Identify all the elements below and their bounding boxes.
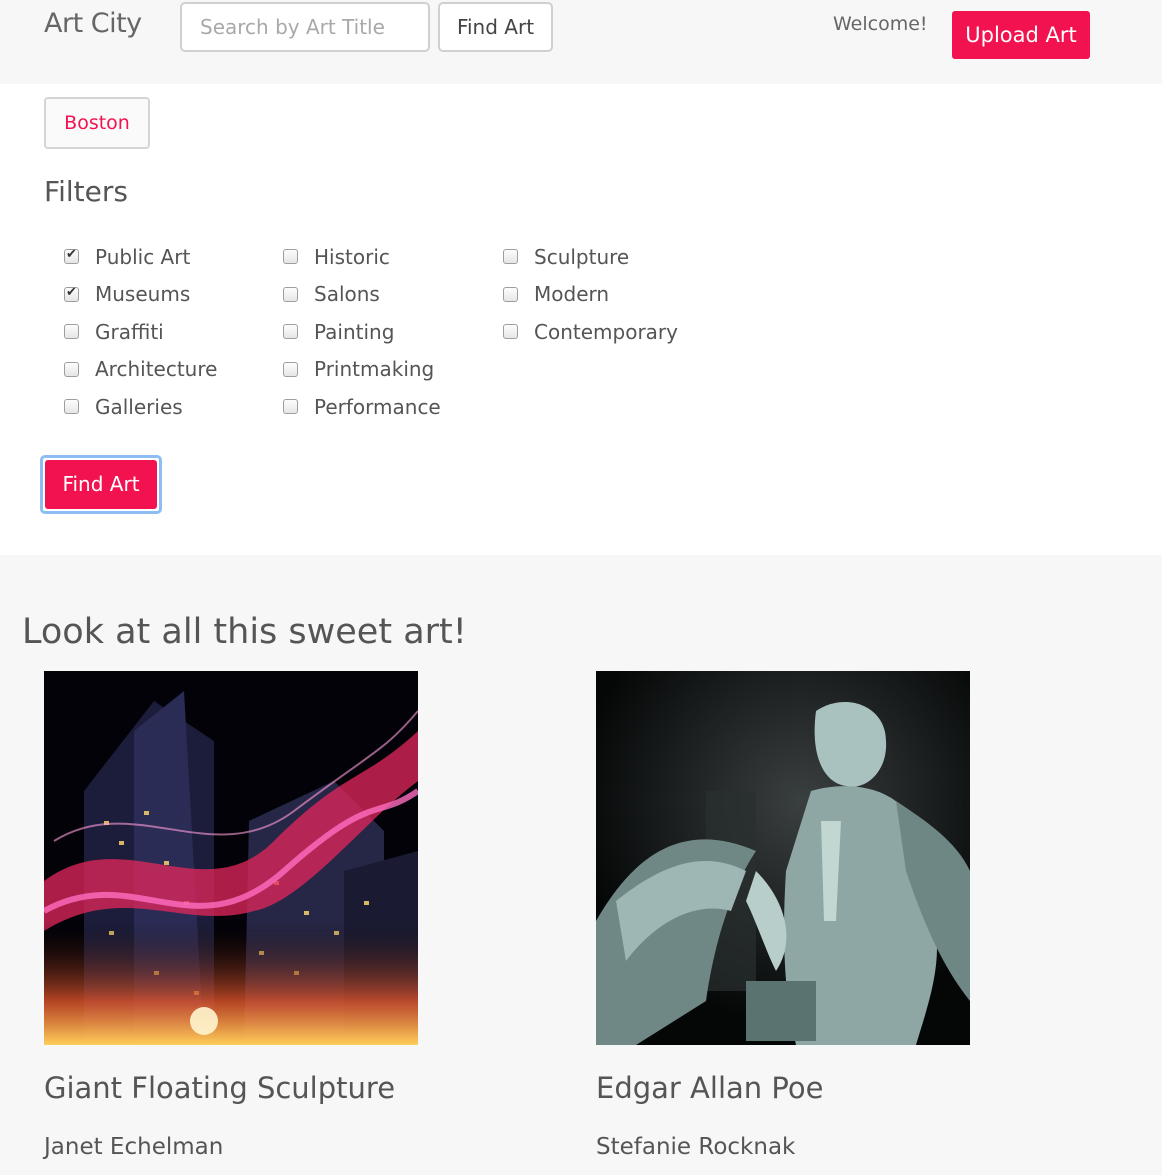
top-navbar: Art City Find Art Welcome! Upload Art	[0, 0, 1162, 84]
floating-sculpture-image	[44, 671, 418, 1045]
filter-painting[interactable]: Painting	[283, 313, 441, 351]
checkbox[interactable]	[503, 249, 518, 265]
art-title[interactable]: Edgar Allan Poe	[596, 1071, 823, 1105]
filter-public-art[interactable]: Public Art	[64, 238, 217, 276]
find-art-button[interactable]: Find Art	[45, 460, 157, 509]
checkbox[interactable]	[64, 247, 79, 265]
checkbox[interactable]	[283, 249, 298, 265]
filter-printmaking[interactable]: Printmaking	[283, 351, 441, 389]
welcome-text: Welcome!	[833, 13, 928, 35]
art-gallery: Look at all this sweet art! Giant Floati…	[0, 555, 1162, 1175]
gallery-title: Look at all this sweet art!	[22, 612, 467, 652]
art-artist: Stefanie Rocknak	[596, 1134, 796, 1160]
filter-sculpture[interactable]: Sculpture	[503, 238, 678, 276]
filter-architecture[interactable]: Architecture	[64, 351, 217, 389]
art-title[interactable]: Giant Floating Sculpture	[44, 1071, 395, 1105]
checkbox[interactable]	[283, 399, 298, 415]
checkbox[interactable]	[64, 399, 79, 415]
art-image[interactable]	[596, 671, 970, 1045]
filter-label: Historic	[314, 244, 390, 269]
filter-label: Galleries	[95, 394, 183, 419]
filter-label: Painting	[314, 319, 395, 344]
filter-modern[interactable]: Modern	[503, 276, 678, 314]
filter-salons[interactable]: Salons	[283, 276, 441, 314]
search-input[interactable]	[180, 2, 430, 52]
filters-title: Filters	[44, 175, 128, 208]
filters-grid: Public Art Museums Graffiti Architecture…	[64, 238, 744, 428]
filter-label: Contemporary	[534, 319, 678, 344]
filter-column: Public Art Museums Graffiti Architecture…	[64, 238, 217, 426]
filter-galleries[interactable]: Galleries	[64, 388, 217, 426]
art-card[interactable]: Giant Floating Sculpture Janet Echelman	[44, 671, 418, 1160]
checkbox[interactable]	[64, 324, 79, 340]
filter-column: Sculpture Modern Contemporary	[503, 238, 678, 351]
filter-label: Modern	[534, 282, 610, 307]
filter-contemporary[interactable]: Contemporary	[503, 313, 678, 351]
filter-performance[interactable]: Performance	[283, 388, 441, 426]
art-artist: Janet Echelman	[44, 1134, 224, 1160]
art-card[interactable]: Edgar Allan Poe Stefanie Rocknak	[596, 671, 970, 1160]
filter-label: Printmaking	[314, 357, 435, 382]
poe-statue-image	[596, 671, 970, 1045]
brand-logo[interactable]: Art City	[44, 8, 142, 39]
filter-graffiti[interactable]: Graffiti	[64, 313, 217, 351]
checkbox[interactable]	[283, 324, 298, 340]
filter-label: Public Art	[95, 244, 191, 269]
filter-label: Sculpture	[534, 244, 630, 269]
checkbox[interactable]	[64, 361, 79, 377]
filter-historic[interactable]: Historic	[283, 238, 441, 276]
filter-label: Performance	[314, 394, 441, 419]
checkbox[interactable]	[503, 324, 518, 340]
checkbox[interactable]	[283, 361, 298, 377]
art-image[interactable]	[44, 671, 418, 1045]
filter-label: Museums	[95, 282, 191, 307]
checkbox[interactable]	[503, 286, 518, 302]
filter-label: Salons	[314, 282, 380, 307]
checkbox[interactable]	[283, 286, 298, 302]
city-button[interactable]: Boston	[44, 97, 150, 149]
search-find-art-button[interactable]: Find Art	[438, 2, 553, 52]
filter-column: Historic Salons Painting Printmaking Per…	[283, 238, 441, 426]
checkbox[interactable]	[64, 285, 79, 302]
filter-museums[interactable]: Museums	[64, 276, 217, 314]
upload-art-button[interactable]: Upload Art	[952, 11, 1090, 59]
filter-label: Graffiti	[95, 319, 164, 344]
find-art-focus-ring: Find Art	[40, 455, 162, 514]
filter-label: Architecture	[95, 357, 218, 382]
